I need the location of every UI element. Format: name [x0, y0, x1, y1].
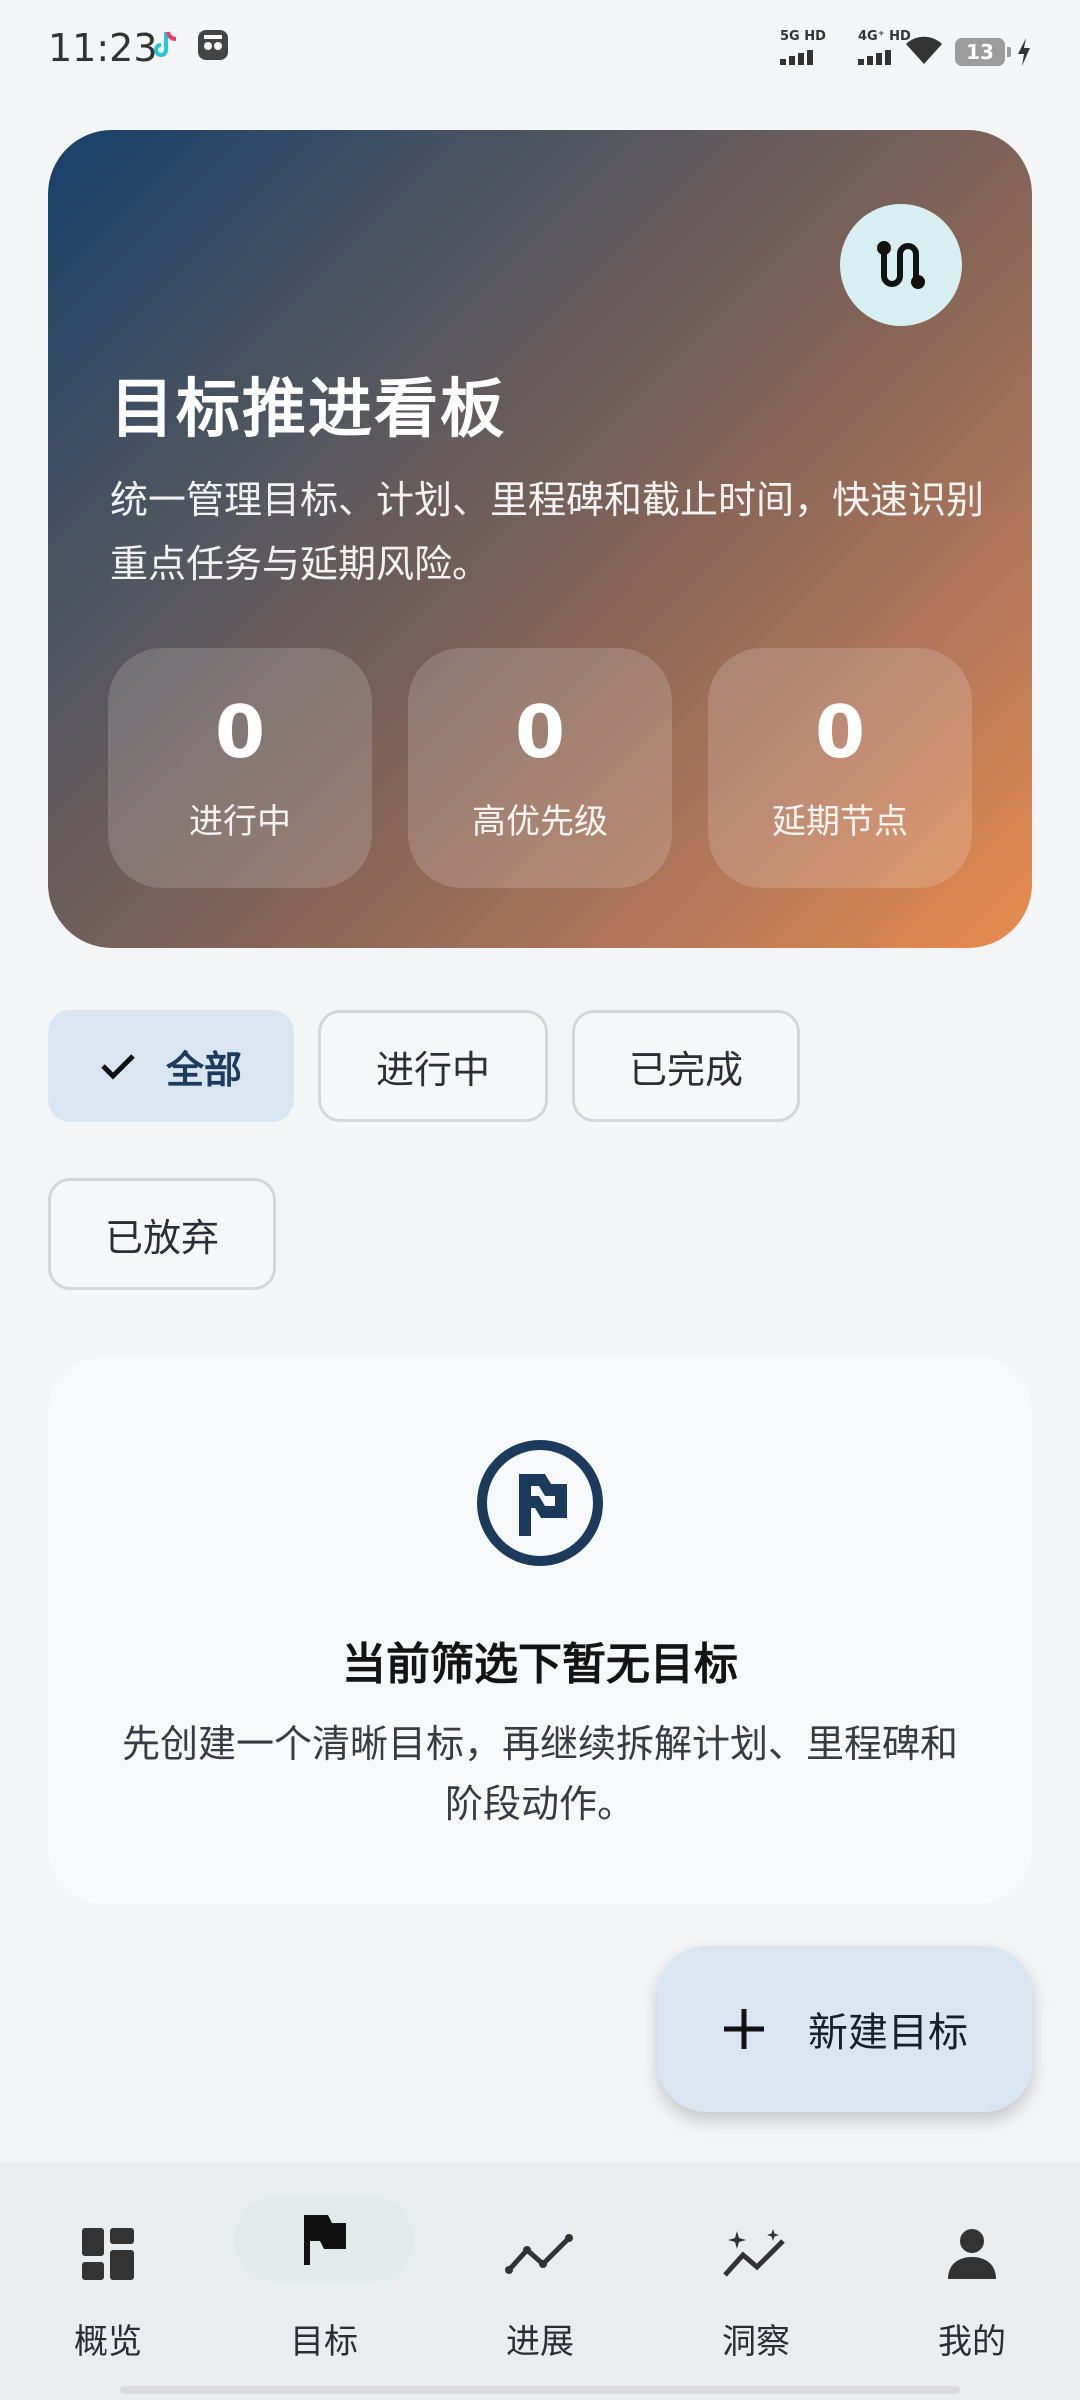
filter-chip-abandoned[interactable]: 已放弃: [48, 1178, 276, 1290]
stat-label: 延期节点: [772, 802, 908, 842]
nav-label: 洞察: [722, 2322, 790, 2362]
plus-icon: [724, 2009, 764, 2049]
stat-label: 进行中: [189, 802, 291, 842]
battery-indicator: 13: [955, 38, 1011, 66]
route-button[interactable]: [840, 204, 962, 326]
signal-5g-label: 5G HD: [780, 29, 826, 44]
route-icon: [877, 241, 925, 289]
stat-delayed-nodes: 0 延期节点: [708, 648, 972, 888]
flag-circle-icon: [477, 1440, 603, 1566]
chip-label: 已放弃: [104, 1215, 219, 1260]
chip-label: 已完成: [628, 1047, 743, 1092]
charging-icon: [1016, 38, 1032, 70]
tiktok-icon: [150, 28, 180, 66]
trend-icon: [480, 2214, 600, 2294]
dashboard-icon: [48, 2214, 168, 2294]
bottom-navigation: 概览 目标 进展 洞察 我的: [0, 2162, 1080, 2400]
nav-label: 进展: [506, 2322, 574, 2362]
nav-item-profile[interactable]: 我的: [882, 2162, 1062, 2400]
check-icon: [101, 1054, 135, 1080]
hero-title: 目标推进看板: [110, 373, 506, 447]
empty-state-description: 先创建一个清晰目标，再继续拆解计划、里程碑和阶段动作。: [121, 1722, 958, 1826]
goal-dashboard-card: 目标推进看板 统一管理目标、计划、里程碑和截止时间，快速识别重点任务与延期风险。…: [48, 130, 1032, 948]
sparkle-icon: [696, 2214, 816, 2294]
person-icon: [912, 2214, 1032, 2294]
nav-item-goals[interactable]: 目标: [234, 2162, 414, 2400]
nav-label: 概览: [74, 2322, 142, 2362]
wifi-icon: [904, 34, 944, 70]
nav-label: 目标: [290, 2322, 358, 2362]
stat-label: 高优先级: [472, 802, 608, 842]
chip-label: 全部: [165, 1047, 242, 1092]
hero-subtitle: 统一管理目标、计划、里程碑和截止时间，快速识别重点任务与延期风险。: [110, 478, 985, 586]
nav-item-overview[interactable]: 概览: [18, 2162, 198, 2400]
nav-item-insights[interactable]: 洞察: [666, 2162, 846, 2400]
signal-5g: 5G HD: [780, 30, 826, 65]
flag-icon: [234, 2196, 414, 2282]
stat-high-priority: 0 高优先级: [408, 648, 672, 888]
filter-chip-all[interactable]: 全部: [48, 1010, 294, 1122]
stat-value: 0: [814, 690, 866, 774]
stat-in-progress: 0 进行中: [108, 648, 372, 888]
chip-label: 进行中: [375, 1047, 490, 1092]
new-goal-label: 新建目标: [808, 2010, 968, 2056]
status-time: 11:23: [48, 26, 158, 70]
empty-state-title: 当前筛选下暂无目标: [342, 1639, 738, 1690]
new-goal-button[interactable]: 新建目标: [658, 1946, 1032, 2112]
app-notification-icon: [196, 28, 230, 66]
nav-label: 我的: [938, 2322, 1006, 2362]
stat-value: 0: [214, 690, 266, 774]
nav-item-progress[interactable]: 进展: [450, 2162, 630, 2400]
signal-4g: 4G⁺ HD: [858, 30, 911, 65]
filter-chip-completed[interactable]: 已完成: [572, 1010, 800, 1122]
stat-value: 0: [514, 690, 566, 774]
home-indicator: [120, 2386, 960, 2394]
signal-4g-label: 4G⁺ HD: [858, 29, 911, 44]
empty-state-card: 当前筛选下暂无目标 先创建一个清晰目标，再继续拆解计划、里程碑和阶段动作。: [48, 1356, 1032, 1904]
status-bar: 11:23 5G HD 4G⁺ HD 13: [0, 0, 1080, 100]
filter-chip-in-progress[interactable]: 进行中: [318, 1010, 548, 1122]
